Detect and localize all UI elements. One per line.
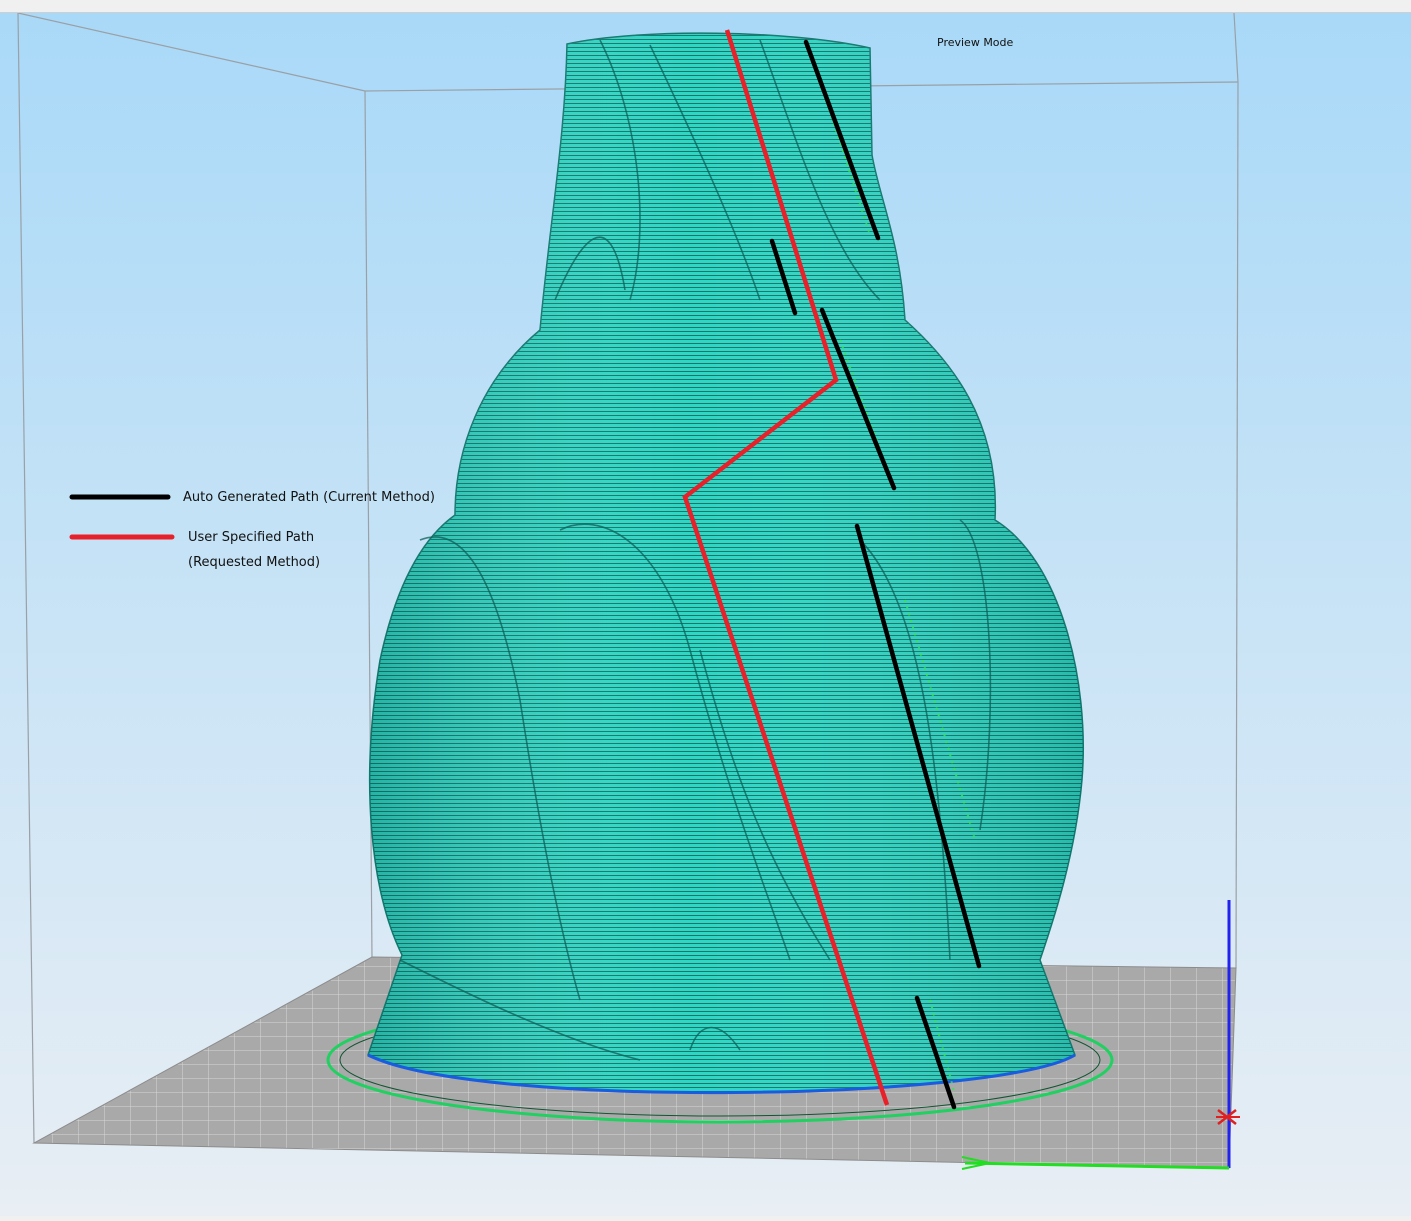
- status-strip: [0, 1216, 1411, 1221]
- scene-canvas[interactable]: [0, 13, 1411, 1216]
- legend-label-auto: Auto Generated Path (Current Method): [183, 490, 435, 505]
- 3d-preview-viewport[interactable]: Preview Mode Auto Generated Path (Curren…: [0, 13, 1411, 1216]
- window-title-bar: [0, 0, 1411, 13]
- legend-label-user: User Specified Path (Requested Method): [188, 530, 321, 570]
- preview-mode-label: Preview Mode: [937, 36, 1014, 49]
